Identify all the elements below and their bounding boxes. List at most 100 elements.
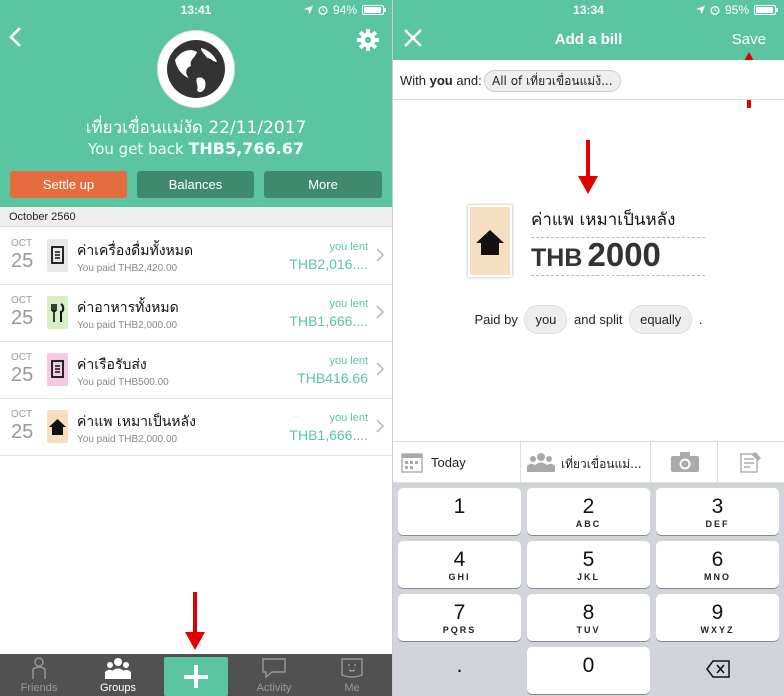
battery-icon <box>362 5 386 15</box>
battery-icon <box>754 5 778 15</box>
save-button[interactable]: Save <box>732 31 766 48</box>
participants-chip[interactable]: All of เที่ยวเขื่อนแม่ง้... <box>484 70 621 92</box>
location-icon <box>695 5 705 15</box>
chevron-right-icon <box>376 247 385 266</box>
expense-day: 25 <box>11 364 34 386</box>
lent-amount: THB416.66 <box>297 370 368 386</box>
group-avatar <box>157 30 235 108</box>
expense-month: OCT <box>11 295 33 306</box>
lent-amount: THB1,666.... <box>289 427 368 443</box>
bill-toolbar: Today เที่ยวเขื่อนแม่... <box>393 441 784 483</box>
with-bar: With you and: All of เที่ยวเขื่อนแม่ง้..… <box>393 60 784 100</box>
notes-icon <box>740 452 761 473</box>
tab-friends[interactable]: Friends <box>0 654 78 696</box>
backspace-icon <box>705 660 730 678</box>
expense-name: ค่าเรือรับส่ง <box>77 357 147 373</box>
expense-paid: You paid THB2,000.00 <box>77 434 178 445</box>
key-2[interactable]: 2 ABC <box>527 488 650 535</box>
description-input[interactable]: ค่าแพ เหมาเป็นหลัง <box>531 206 705 238</box>
add-expense-button[interactable] <box>164 657 228 696</box>
tab-label: Me <box>344 682 360 694</box>
split-method-button[interactable]: equally <box>629 305 693 334</box>
lent-label: you lent <box>329 355 368 367</box>
amount-input[interactable]: THB 2000 <box>531 236 705 276</box>
more-button[interactable]: More <box>264 171 382 198</box>
period-label: . <box>698 312 703 327</box>
key-3[interactable]: 3 DEF <box>656 488 779 535</box>
alarm-icon <box>710 6 720 15</box>
tab-bar: Friends Groups Activity Me <box>0 654 392 696</box>
notes-button[interactable] <box>718 442 784 482</box>
expense-month: OCT <box>11 409 33 420</box>
key-9[interactable]: 9 WXYZ <box>656 594 779 641</box>
expense-day: 25 <box>11 307 34 329</box>
key-8[interactable]: 8 TUV <box>527 594 650 641</box>
category-button[interactable] <box>468 205 512 277</box>
balances-button[interactable]: Balances <box>137 171 254 198</box>
tab-me[interactable]: Me <box>313 654 391 696</box>
lent-amount: THB2,016.... <box>289 256 368 272</box>
balance-amount: THB5,766.67 <box>188 139 304 158</box>
amount-value: 2000 <box>587 236 661 273</box>
camera-button[interactable] <box>651 442 718 482</box>
gear-icon[interactable] <box>356 28 380 52</box>
group-icon <box>527 453 555 472</box>
expense-row[interactable]: OCT 25 ค่าเครื่องดื่มทั้งหมด You paid TH… <box>0 228 392 285</box>
receipt-icon <box>47 239 68 272</box>
expense-day: 25 <box>11 250 34 272</box>
lent-label: you lent <box>329 241 368 253</box>
add-bill-header: 13:34 95% Add a bill Save <box>393 0 784 60</box>
group-select-button[interactable]: เที่ยวเขื่อนแม่... <box>521 442 651 482</box>
expense-row[interactable]: OCT 25 ค่าแพ เหมาเป็นหลัง You paid THB2,… <box>0 399 392 456</box>
group-header: 13:41 94% เที่ยวเขื่อนแม่งัด 22/11/2017 … <box>0 0 392 207</box>
backspace-key[interactable] <box>656 647 779 694</box>
tab-groups[interactable]: Groups <box>79 654 157 696</box>
currency-code[interactable]: THB <box>531 244 582 272</box>
date-button[interactable]: Today <box>393 442 521 482</box>
key-1[interactable]: 1 <box>398 488 521 535</box>
tab-label: Groups <box>99 682 137 694</box>
tab-label: Activity <box>256 682 292 694</box>
and-split-label: and split <box>574 312 623 327</box>
date-label: Today <box>431 455 466 470</box>
tab-activity[interactable]: Activity <box>235 654 313 696</box>
battery-percent: 95% <box>724 3 749 17</box>
chevron-right-icon <box>376 418 385 437</box>
house-icon <box>47 410 68 443</box>
expense-name: ค่าอาหารทั้งหมด <box>77 300 179 316</box>
paid-by-label: Paid by <box>474 312 518 327</box>
back-icon[interactable] <box>8 26 30 52</box>
payer-button[interactable]: you <box>524 305 568 334</box>
chat-bubble-icon <box>262 658 286 679</box>
person-icon <box>32 657 46 679</box>
expense-row[interactable]: OCT 25 ค่าเรือรับส่ง You paid THB500.00 … <box>0 342 392 399</box>
add-bill-screen: 13:34 95% Add a bill Save With you and: … <box>393 0 784 696</box>
status-bar: 13:34 95% <box>393 0 784 20</box>
chevron-right-icon <box>376 304 385 323</box>
expense-month: OCT <box>11 352 33 363</box>
expense-month: OCT <box>11 238 33 249</box>
tab-label: Friends <box>20 682 58 694</box>
camera-icon <box>671 452 699 472</box>
fork-knife-icon <box>47 296 68 329</box>
lent-amount: THB1,666.... <box>289 313 368 329</box>
expense-paid: You paid THB2,000.00 <box>77 320 178 331</box>
key-5[interactable]: 5 JKL <box>527 541 650 588</box>
key-7[interactable]: 7 PQRS <box>398 594 521 641</box>
battery-percent: 94% <box>332 3 357 17</box>
key-0[interactable]: 0 <box>527 647 650 694</box>
expense-day: 25 <box>11 421 34 443</box>
lent-label: you lent <box>329 412 368 424</box>
house-icon <box>476 230 504 255</box>
settle-up-button[interactable]: Settle up <box>10 171 127 198</box>
key-6[interactable]: 6 MNO <box>656 541 779 588</box>
balance-prefix: You get back <box>88 140 184 158</box>
lent-label: you lent <box>329 298 368 310</box>
key-decimal[interactable]: . <box>398 647 521 694</box>
location-icon <box>303 5 313 15</box>
key-4[interactable]: 4 GHI <box>398 541 521 588</box>
expense-row[interactable]: OCT 25 ค่าอาหารทั้งหมด You paid THB2,000… <box>0 285 392 342</box>
expense-paid: You paid THB500.00 <box>77 377 169 388</box>
group-select-label: เที่ยวเขื่อนแม่... <box>561 457 642 471</box>
alarm-icon <box>318 6 328 15</box>
